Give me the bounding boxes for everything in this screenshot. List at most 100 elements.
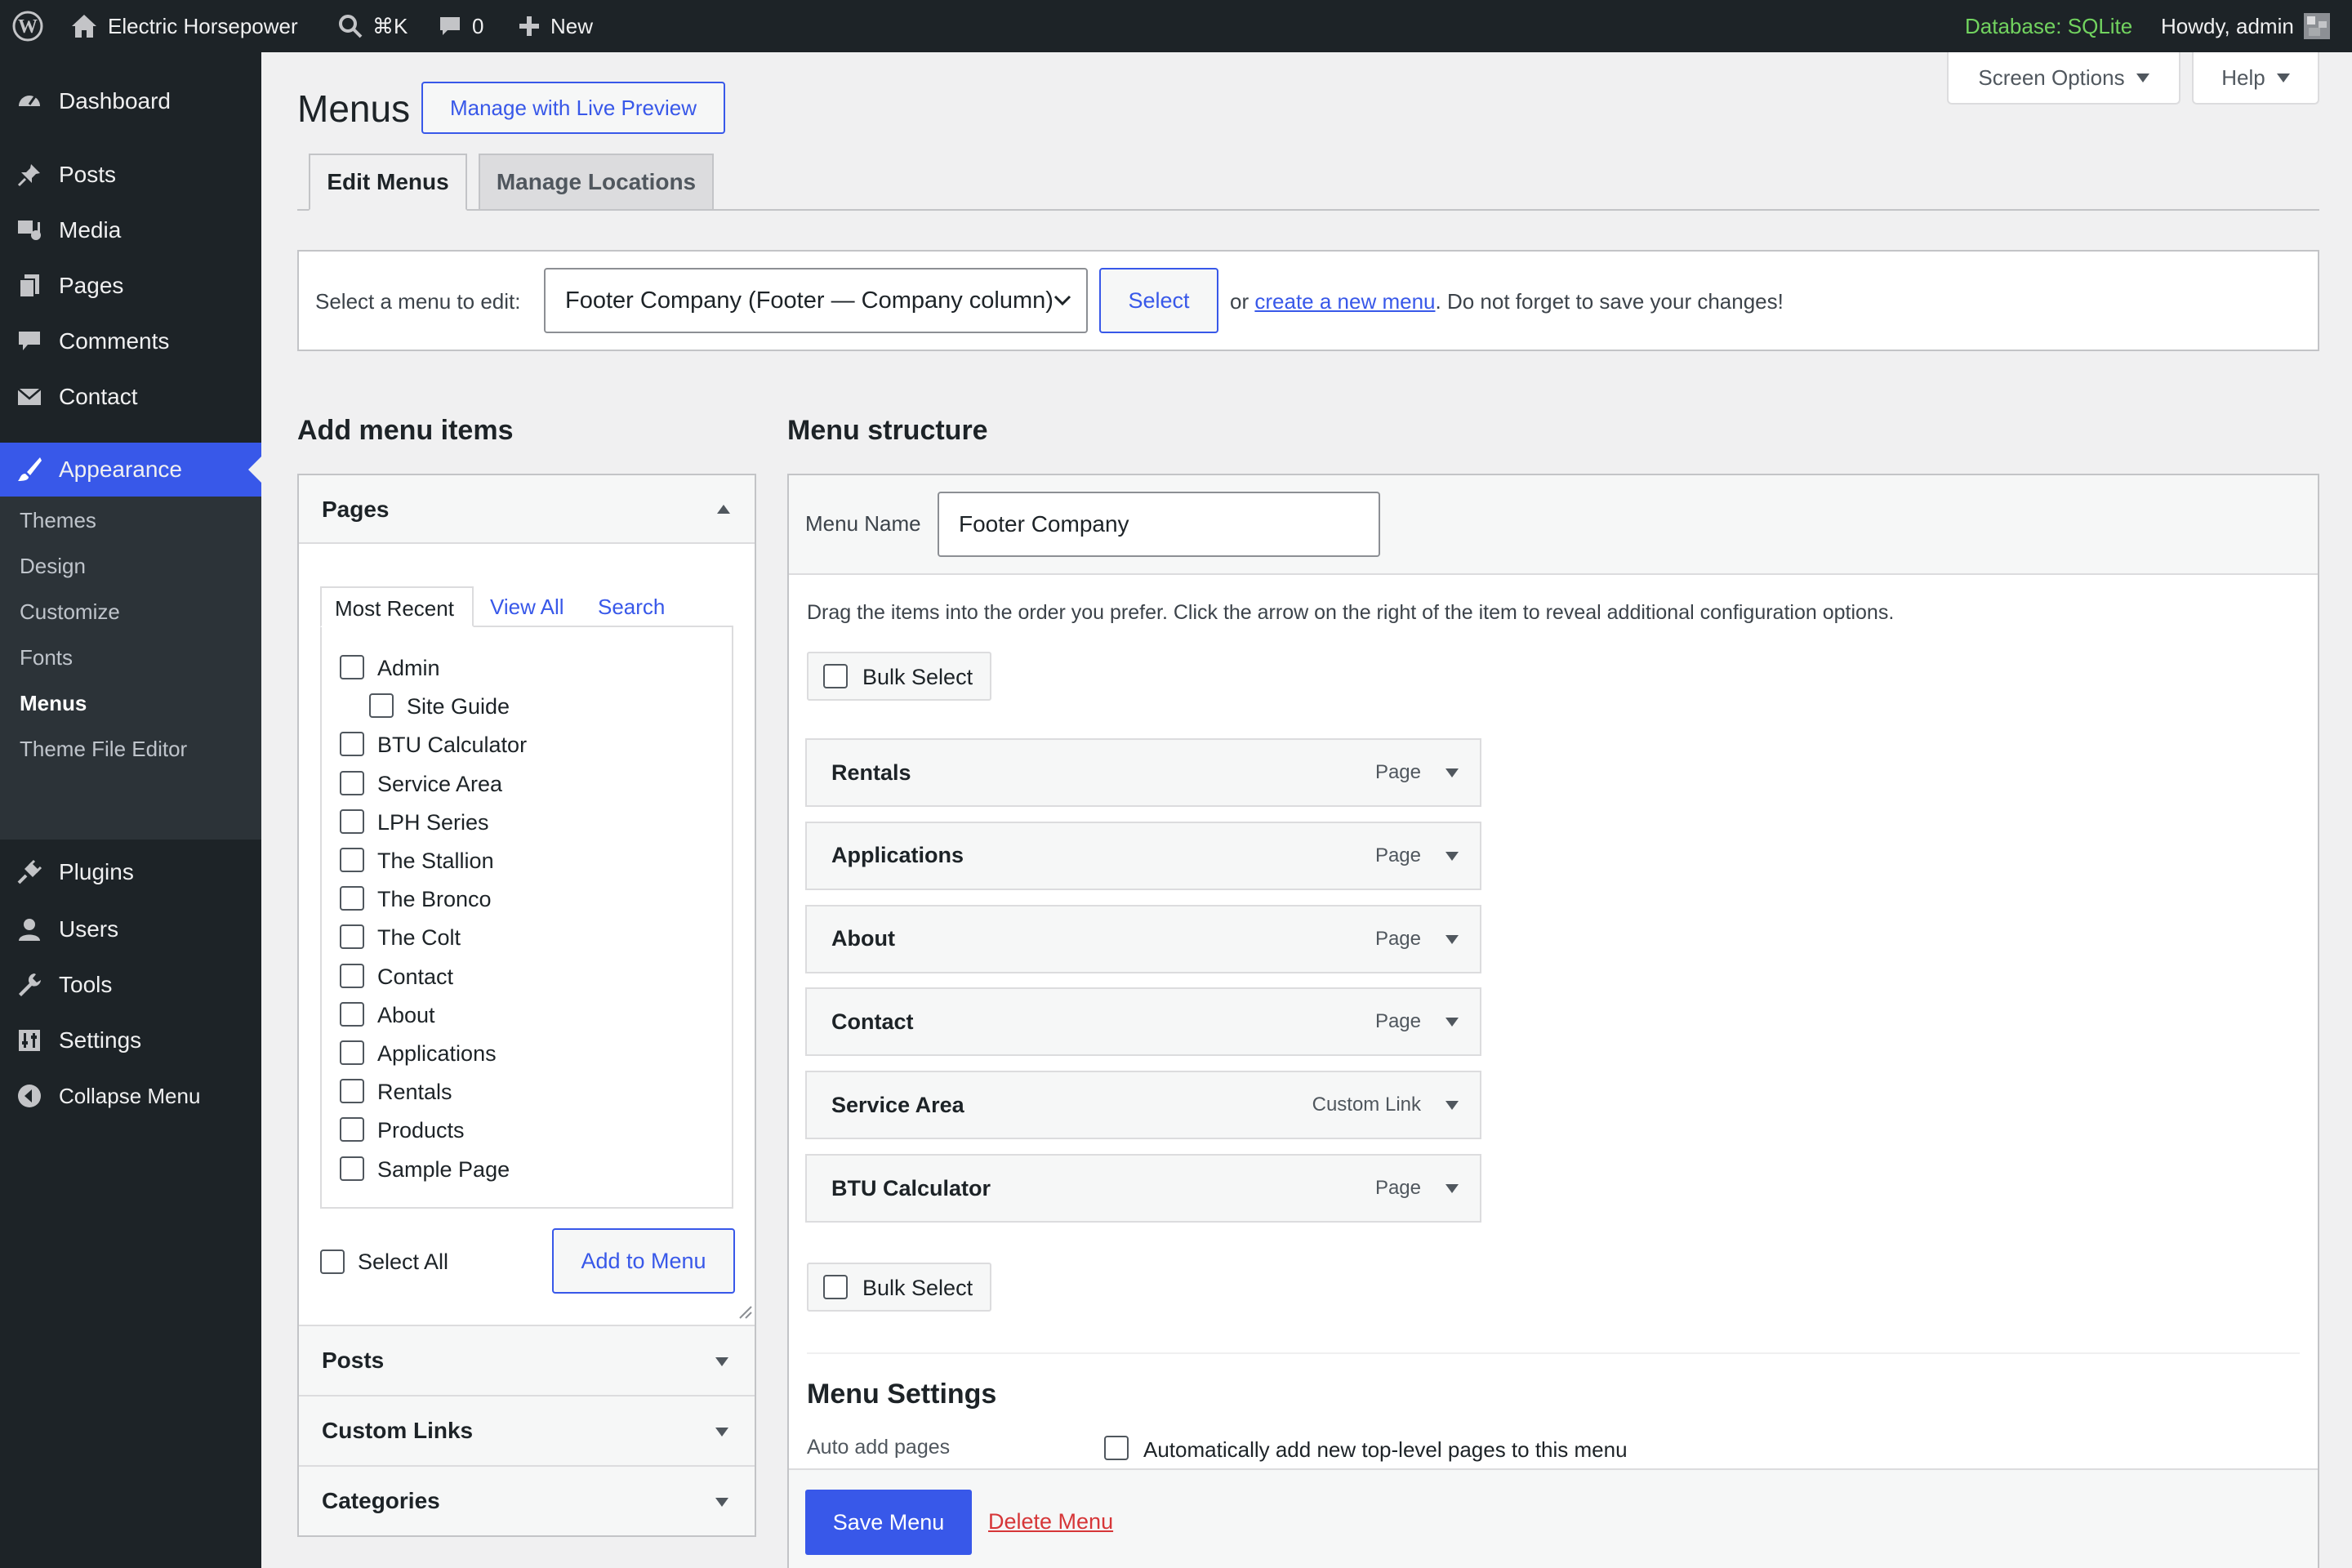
chevron-down-icon — [1054, 295, 1071, 306]
sidebar-item-appearance[interactable]: Appearance — [0, 443, 261, 497]
plug-icon — [15, 858, 44, 887]
chevron-up-icon — [717, 505, 730, 514]
new-content-link[interactable]: New — [518, 0, 593, 52]
chevron-down-icon — [2136, 73, 2149, 82]
tab-manage-locations[interactable]: Manage Locations — [479, 154, 714, 209]
submenu-fonts[interactable]: Fonts — [20, 645, 73, 670]
create-menu-note: or create a new menu. Do not forget to s… — [1230, 289, 1784, 314]
page-checkbox-label: About — [377, 1002, 435, 1027]
sidebar-item-label: Posts — [59, 162, 117, 187]
submenu-design[interactable]: Design — [20, 554, 86, 579]
menu-item[interactable]: Service Area Custom Link — [805, 1071, 1481, 1140]
screen-options-button[interactable]: Screen Options — [1947, 52, 2180, 105]
page-checkbox[interactable] — [340, 1117, 364, 1143]
select-all-label: Select All — [358, 1250, 449, 1274]
command-search[interactable]: ⌘K — [338, 0, 408, 52]
help-button[interactable]: Help — [2192, 52, 2319, 105]
menu-footer-bar: Save Menu Delete Menu — [789, 1468, 2318, 1568]
expand-arrow-icon[interactable] — [1446, 1184, 1459, 1193]
add-to-menu-button[interactable]: Add to Menu — [552, 1228, 735, 1294]
expand-arrow-icon[interactable] — [1446, 768, 1459, 777]
posts-section-header[interactable]: Posts — [299, 1325, 755, 1395]
wordpress-logo-icon[interactable]: W — [11, 0, 44, 52]
expand-arrow-icon[interactable] — [1446, 1018, 1459, 1027]
expand-arrow-icon[interactable] — [1446, 851, 1459, 861]
tab-view-all[interactable]: View All — [490, 595, 564, 620]
sidebar-item-contact[interactable]: Contact — [0, 374, 261, 420]
page-checkbox[interactable] — [340, 886, 364, 911]
categories-section-header[interactable]: Categories — [299, 1465, 755, 1535]
page-checkbox[interactable] — [340, 963, 364, 988]
my-account-link[interactable]: Howdy, admin — [2161, 0, 2330, 52]
sidebar-item-users[interactable]: Users — [0, 906, 261, 952]
expand-arrow-icon[interactable] — [1446, 934, 1459, 944]
settings-icon — [15, 1026, 44, 1055]
site-name: Electric Horsepower — [108, 13, 298, 38]
menu-select-dropdown[interactable]: Footer Company (Footer — Company column) — [544, 268, 1088, 333]
expand-arrow-icon[interactable] — [1446, 1101, 1459, 1111]
custom-links-section-header[interactable]: Custom Links — [299, 1395, 755, 1465]
sidebar-item-label: Plugins — [59, 859, 134, 884]
sidebar-item-media[interactable]: Media — [0, 207, 261, 253]
menu-item[interactable]: Applications Page — [805, 821, 1481, 890]
sidebar-item-tools[interactable]: Tools — [0, 962, 261, 1008]
pages-section-header[interactable]: Pages — [299, 475, 755, 544]
menu-item[interactable]: About Page — [805, 904, 1481, 973]
help-label: Help — [2221, 65, 2265, 90]
page-checkbox[interactable] — [340, 732, 364, 757]
user-icon — [15, 915, 44, 944]
menu-name-input[interactable]: Footer Company — [938, 492, 1380, 557]
sidebar-item-plugins[interactable]: Plugins — [0, 849, 261, 895]
submenu-theme-file-editor[interactable]: Theme File Editor — [20, 737, 187, 762]
page-checkbox[interactable] — [340, 770, 364, 795]
submenu-customize[interactable]: Customize — [20, 599, 120, 625]
tab-edit-menus[interactable]: Edit Menus — [309, 154, 467, 211]
resize-handle-icon[interactable] — [738, 1305, 753, 1320]
sidebar-item-label: Contact — [59, 384, 138, 409]
page-checkbox[interactable] — [340, 1156, 364, 1181]
create-new-menu-link[interactable]: create a new menu — [1254, 289, 1435, 314]
save-reminder-text: . Do not forget to save your changes! — [1435, 289, 1784, 314]
search-shortcut: ⌘K — [372, 13, 408, 38]
manage-live-preview-button[interactable]: Manage with Live Preview — [421, 82, 725, 134]
sidebar-item-comments[interactable]: Comments — [0, 318, 261, 364]
sidebar-item-settings[interactable]: Settings — [0, 1018, 261, 1063]
submenu-menus[interactable]: Menus — [20, 691, 87, 716]
appearance-submenu: Themes Design Customize Fonts Menus Them… — [0, 497, 261, 840]
submenu-themes[interactable]: Themes — [20, 508, 96, 533]
delete-menu-link[interactable]: Delete Menu — [988, 1509, 1113, 1535]
auto-add-checkbox[interactable] — [1104, 1436, 1129, 1460]
tab-search[interactable]: Search — [598, 595, 665, 620]
sidebar-item-posts[interactable]: Posts — [0, 152, 261, 198]
auto-add-text: Automatically add new top-level pages to… — [1143, 1437, 1628, 1462]
bulk-select-bottom[interactable]: Bulk Select — [807, 1263, 991, 1312]
page-checkbox[interactable] — [340, 808, 364, 834]
sidebar-collapse-menu[interactable]: Collapse Menu — [0, 1073, 261, 1119]
save-menu-button[interactable]: Save Menu — [805, 1490, 972, 1555]
page-checkbox-label: Site Guide — [407, 694, 510, 719]
menu-item[interactable]: BTU Calculator Page — [805, 1154, 1481, 1223]
page-checkbox[interactable] — [340, 848, 364, 872]
page-checkbox[interactable] — [340, 1040, 364, 1065]
bulk-select-checkbox[interactable] — [823, 1275, 848, 1299]
bulk-select-top[interactable]: Bulk Select — [807, 652, 991, 701]
comments-link[interactable]: 0 — [438, 0, 483, 52]
page-checkbox[interactable] — [340, 1079, 364, 1104]
sidebar-item-dashboard[interactable]: Dashboard — [0, 78, 261, 124]
menu-instructions: Drag the items into the order you prefer… — [807, 601, 1895, 624]
bulk-select-checkbox[interactable] — [823, 664, 848, 688]
page-checkbox[interactable] — [369, 693, 394, 719]
page-checkbox[interactable] — [340, 924, 364, 950]
menu-item[interactable]: Contact Page — [805, 987, 1481, 1057]
sidebar-item-pages[interactable]: Pages — [0, 263, 261, 309]
tab-most-recent[interactable]: Most Recent — [320, 586, 474, 627]
menu-item-type: Page — [1374, 844, 1421, 866]
site-name-link[interactable]: Electric Horsepower — [70, 0, 298, 52]
sidebar-item-label: Collapse Menu — [59, 1083, 201, 1108]
page-checkbox[interactable] — [340, 655, 364, 679]
page-checkbox[interactable] — [340, 1001, 364, 1027]
select-all-checkbox[interactable] — [320, 1250, 345, 1274]
select-menu-button[interactable]: Select — [1099, 268, 1218, 333]
chevron-down-icon — [2276, 73, 2290, 82]
menu-item[interactable]: Rentals Page — [805, 738, 1481, 807]
